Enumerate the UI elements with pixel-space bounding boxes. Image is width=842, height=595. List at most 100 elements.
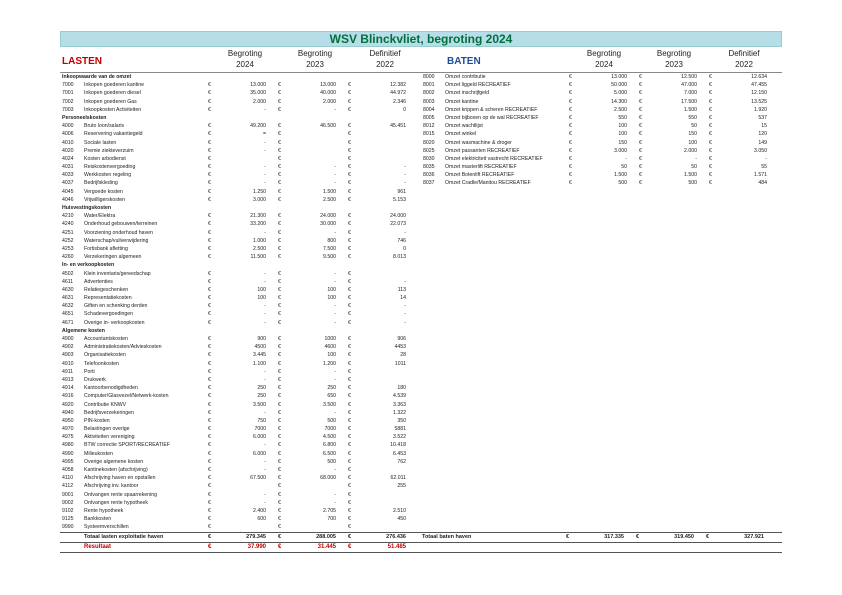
euro-sign: € (278, 245, 281, 252)
euro-sign: € (208, 434, 211, 441)
account-label: Omzet inschrijfgeld (445, 90, 490, 97)
category-row: Personeelskosten (60, 114, 421, 122)
amount-cell: - (264, 172, 266, 179)
table-row: 4995 Overige algemene kosten € - €500 €762 (60, 458, 421, 466)
euro-sign: € (569, 172, 572, 179)
euro-sign: € (208, 311, 211, 318)
euro-sign: € (709, 106, 712, 113)
euro-sign: € (569, 180, 572, 187)
amount-cell (286, 139, 348, 147)
amount-cell: - (264, 491, 266, 498)
euro-sign: € (348, 245, 351, 252)
euro-sign: € (348, 180, 351, 187)
amount-cell: - (334, 368, 336, 375)
table-row: 9102 Rente hypotheek €2.400 €2.705 €2.510 (60, 507, 421, 515)
account-code: 4631 (62, 295, 74, 302)
amount-cell: - (264, 368, 266, 375)
euro-sign: € (208, 278, 211, 285)
baten-column: 8000 Omzet contributie €13.000 €12.500 €12.6… (421, 73, 782, 532)
account-label: Bedrijfskleding (84, 180, 118, 187)
amount-cell: 100 (618, 131, 627, 138)
amount-cell: - (334, 467, 336, 473)
table-row: 4058 Kantinekosten (afschrijving) € - € - € (60, 466, 421, 474)
euro-sign: € (278, 237, 281, 244)
table-row: 7003 Inkoopkosten Activiteiten € - € - €0 (60, 106, 421, 114)
amount-cell: 6.500 (323, 450, 336, 457)
account-label: Waterschap/vuilverwijdering (84, 237, 149, 244)
amount-cell: - (264, 409, 266, 416)
amount-cell: 113 (397, 286, 406, 293)
amount-cell: 14 (400, 295, 406, 302)
amount-cell: 600 (257, 516, 266, 523)
euro-sign: € (348, 434, 351, 441)
account-label: Werkkosten regeling (84, 172, 132, 179)
category-label: Personeelskosten (62, 114, 107, 121)
euro-sign: € (348, 499, 351, 506)
euro-sign: € (208, 352, 211, 359)
amount-cell: 2.400 (253, 507, 266, 514)
account-label: PIN-kosten (84, 417, 110, 424)
euro-sign: € (278, 450, 281, 457)
account-label: Inkopen goederen diesel (84, 90, 141, 97)
euro-sign: € (208, 82, 211, 89)
amount-cell: 3.445 (253, 352, 266, 359)
euro-sign: € (569, 164, 572, 171)
table-row: 4980 BTW correctie SPORT/RECREATIEF € - €6.8… (60, 441, 421, 449)
euro-sign: € (278, 524, 281, 531)
account-code: 4252 (62, 237, 74, 244)
account-code: 4112 (62, 483, 74, 490)
amount-cell: 3.500 (323, 401, 336, 408)
account-label: Fortisbank afletting (84, 245, 128, 252)
amount-cell: 750 (257, 417, 266, 424)
account-label: Belastingen overige (84, 426, 130, 433)
col-header: Definitief (728, 49, 760, 58)
table-row: 4632 Giften en schenking derden € - € - € - (60, 302, 421, 310)
account-label: BTW correctie SPORT/RECREATIEF (84, 442, 170, 449)
euro-sign: € (639, 114, 642, 121)
account-code: 4913 (62, 376, 74, 383)
amount-cell: 24.000 (320, 213, 336, 220)
euro-sign: € (636, 533, 640, 540)
account-code: 4950 (62, 417, 74, 424)
euro-sign: € (208, 336, 211, 342)
amount-cell: 746 (397, 237, 406, 244)
amount-cell: 6.800 (323, 442, 336, 449)
amount-cell: 1.100 (253, 360, 266, 367)
amount-cell: - (334, 180, 336, 187)
amount-cell: 10.418 (390, 442, 406, 449)
amount-cell: 4.539 (393, 393, 406, 400)
table-row: 4630 Relatiegeschenken €100 €100 €113 (60, 286, 421, 294)
table-row: 4950 PIN-kosten €750 €500 €350 (60, 417, 421, 425)
amount-cell: 100 (327, 352, 336, 359)
amount-cell (216, 523, 278, 531)
euro-sign: € (348, 213, 351, 220)
account-label: Vrijwilligerskosten (84, 196, 126, 203)
amount-cell: 30.000 (320, 221, 336, 228)
euro-sign: € (208, 303, 211, 310)
account-label: Omzet Botenlift RECREATIEF (445, 172, 515, 179)
account-code: 4995 (62, 458, 74, 465)
total-value: 279.345 (246, 533, 266, 540)
amount-cell (286, 155, 348, 163)
amount-cell: 1.920 (754, 106, 767, 113)
table-row: 7000 Inkopen goederen kantine €13.000 €13.0… (60, 81, 421, 89)
euro-sign: € (348, 229, 351, 236)
category-label: Algemene kosten (62, 327, 105, 334)
euro-sign: € (278, 270, 281, 277)
amount-cell: 7.000 (684, 90, 697, 97)
euro-sign: € (278, 164, 281, 171)
table-row: 4911 Porti € - € - € (60, 368, 421, 376)
account-code: 4671 (62, 319, 74, 326)
account-label: Schadevergoedingen (84, 311, 134, 318)
euro-sign: € (709, 155, 712, 162)
amount-cell: 4.500 (323, 434, 336, 441)
category-label: In- en verkoopkosten (62, 262, 115, 269)
euro-sign: € (348, 483, 351, 490)
euro-sign: € (208, 467, 211, 473)
col-header: Definitief (369, 49, 401, 58)
col-header-year: 2024 (236, 60, 254, 69)
amount-cell: 7000 (324, 426, 336, 433)
table-row: 9990 Systeemverschillen € € € (60, 523, 421, 531)
account-label: Omzet liggeld RECREATIEF (445, 82, 511, 89)
table-row: 4990 Milieukosten €6.000 €6.500 €6.453 (60, 450, 421, 458)
